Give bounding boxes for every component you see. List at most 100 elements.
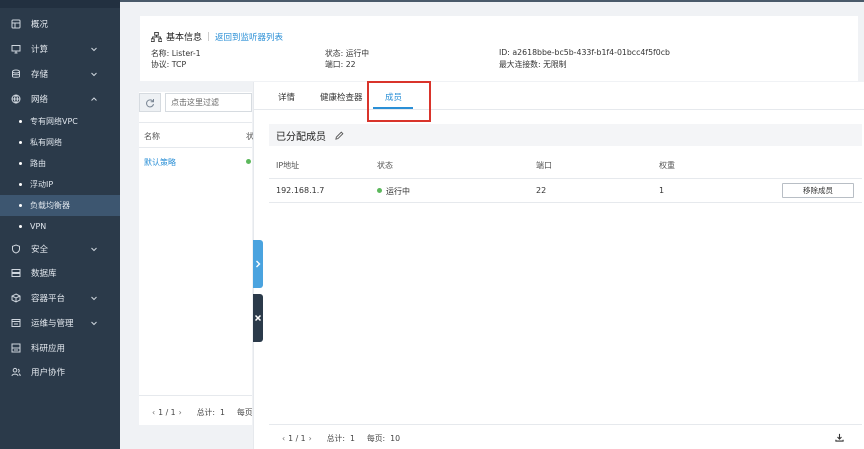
sidebar-subitem-label: 专有网络VPC bbox=[30, 117, 78, 126]
sidebar-item-label: 数据库 bbox=[31, 269, 57, 279]
col-weight: 权重 bbox=[659, 161, 675, 170]
info-title: 基本信息 bbox=[166, 33, 203, 43]
sidebar-item-3[interactable]: 网络 bbox=[0, 87, 120, 111]
info-max-connections: 最大连接数: 无限制 bbox=[499, 60, 567, 69]
sidebar-subitem-5[interactable]: VPN bbox=[0, 216, 120, 237]
sidebar-subitem-label: 浮动IP bbox=[30, 180, 54, 189]
users-icon bbox=[11, 367, 21, 377]
sidebar-item-0[interactable]: 概况 bbox=[0, 12, 120, 36]
sidebar-item-6[interactable]: 容器平台 bbox=[0, 286, 120, 310]
col-name: 名称 bbox=[144, 132, 160, 141]
chevron-down-icon bbox=[90, 70, 98, 78]
tab-details[interactable]: 详情 bbox=[278, 91, 295, 103]
remove-member-button[interactable]: 移除成员 bbox=[782, 183, 854, 198]
prev-page-button[interactable]: ‹ bbox=[279, 434, 288, 443]
expand-panel-handle[interactable] bbox=[253, 240, 263, 288]
member-status: 运行中 bbox=[377, 186, 410, 197]
policy-name-link[interactable]: 默认策略 bbox=[144, 157, 176, 168]
sidebar-item-5[interactable]: 数据库 bbox=[0, 261, 120, 285]
sidebar-item-1[interactable]: 计算 bbox=[0, 37, 120, 61]
monitor-icon bbox=[11, 44, 21, 54]
member-port: 22 bbox=[536, 186, 547, 195]
status-dot bbox=[246, 159, 251, 164]
sidebar-item-label: 科研应用 bbox=[31, 344, 66, 354]
next-page-button[interactable]: › bbox=[306, 434, 315, 443]
sidebar-item-7[interactable]: 运维与管理 bbox=[0, 311, 120, 335]
sidebar-item-label: 网络 bbox=[31, 95, 49, 105]
sidebar-subitem-1[interactable]: 私有网络 bbox=[0, 132, 120, 153]
sidebar-item-4[interactable]: 安全 bbox=[0, 237, 120, 261]
sidebar-item-label: 计算 bbox=[31, 45, 49, 55]
prev-page-button[interactable]: ‹ bbox=[149, 408, 158, 417]
back-to-listeners-link[interactable]: 返回到监听器列表 bbox=[215, 31, 283, 43]
top-border bbox=[120, 0, 864, 2]
col-ip: IP地址 bbox=[276, 161, 300, 170]
container-icon bbox=[11, 293, 21, 303]
policy-table-header: 名称 状 bbox=[139, 122, 254, 148]
members-pagination: ‹ 1 / 1 › 总计: 1 每页: 10 bbox=[269, 424, 862, 449]
info-title-row: 基本信息 返回到监听器列表 bbox=[151, 30, 283, 43]
basic-info-card: 基本信息 返回到监听器列表 名称: Lister-1 协议: TCP 状态: 运… bbox=[140, 16, 858, 81]
next-page-button[interactable]: › bbox=[176, 408, 185, 417]
section-title: 已分配成员 bbox=[276, 131, 326, 143]
sidebar-item-label: 运维与管理 bbox=[31, 319, 74, 329]
page-indicator: 1 / 1 bbox=[288, 434, 306, 443]
sidebar-item-label: 用户协作 bbox=[31, 368, 66, 378]
edit-members-button[interactable] bbox=[335, 131, 344, 140]
research-icon bbox=[11, 343, 21, 353]
refresh-button[interactable] bbox=[139, 93, 161, 112]
col-port: 端口 bbox=[536, 161, 552, 170]
sidebar-top-strip bbox=[0, 0, 120, 8]
filter-input[interactable] bbox=[165, 93, 252, 112]
tab-health-checker[interactable]: 健康检查器 bbox=[320, 91, 363, 103]
info-protocol: 协议: TCP bbox=[151, 60, 187, 69]
sidebar-subitem-3[interactable]: 浮动IP bbox=[0, 174, 120, 195]
sidebar-subitem-label: 私有网络 bbox=[30, 138, 62, 147]
sidebar-item-label: 安全 bbox=[31, 245, 49, 255]
sidebar-item-8[interactable]: 科研应用 bbox=[0, 336, 120, 360]
chevron-down-icon bbox=[90, 245, 98, 253]
pencil-icon bbox=[335, 131, 344, 140]
total-count: 1 bbox=[219, 408, 225, 417]
download-icon bbox=[835, 433, 844, 442]
total-label: 总计: bbox=[196, 408, 215, 417]
sidebar-subitem-4[interactable]: 负载均衡器 bbox=[0, 195, 120, 216]
detail-tabs: 详情 健康检查器 成员 bbox=[253, 82, 864, 110]
member-status-text: 运行中 bbox=[386, 187, 410, 196]
sidebar-subitem-0[interactable]: 专有网络VPC bbox=[0, 111, 120, 132]
sidebar-item-2[interactable]: 存储 bbox=[0, 62, 120, 86]
sidebar-subitem-2[interactable]: 路由 bbox=[0, 153, 120, 174]
info-name: 名称: Lister-1 bbox=[151, 49, 201, 58]
sidebar-item-label: 概况 bbox=[31, 20, 49, 30]
member-weight: 1 bbox=[659, 186, 665, 195]
table-row: 192.168.1.7 运行中 22 1 移除成员 bbox=[269, 179, 862, 203]
chevron-right-icon bbox=[256, 260, 261, 268]
title-separator bbox=[208, 32, 210, 41]
sidebar-subitem-label: 负载均衡器 bbox=[30, 201, 70, 210]
sidebar-subitem-label: VPN bbox=[30, 222, 47, 231]
tab-highlight-box bbox=[367, 81, 431, 122]
sidebar-item-9[interactable]: 用户协作 bbox=[0, 360, 120, 384]
close-panel-handle[interactable] bbox=[253, 294, 263, 342]
members-table-header: IP地址 状态 端口 权重 bbox=[269, 153, 862, 179]
sidebar-item-label: 存储 bbox=[31, 70, 49, 80]
table-row[interactable]: 默认策略 bbox=[139, 149, 252, 175]
dashboard-icon bbox=[11, 19, 21, 29]
chevron-down-icon bbox=[90, 319, 98, 327]
sidebar-item-label: 容器平台 bbox=[31, 294, 66, 304]
refresh-icon bbox=[146, 98, 154, 107]
col-status: 状态 bbox=[377, 161, 393, 170]
bullet-dot bbox=[19, 120, 22, 123]
bullet-dot bbox=[19, 162, 22, 165]
bullet-dot bbox=[19, 225, 22, 228]
per-page-label: 每页 bbox=[236, 408, 253, 417]
sidebar-subitem-label: 路由 bbox=[30, 159, 46, 168]
bullet-dot bbox=[19, 204, 22, 207]
total-count: 1 bbox=[349, 434, 355, 443]
bullet-dot bbox=[19, 183, 22, 186]
shield-icon bbox=[11, 244, 21, 254]
bullet-dot bbox=[19, 141, 22, 144]
download-button[interactable] bbox=[835, 433, 844, 442]
chevron-down-icon bbox=[90, 45, 98, 53]
info-status: 状态: 运行中 bbox=[325, 49, 370, 58]
